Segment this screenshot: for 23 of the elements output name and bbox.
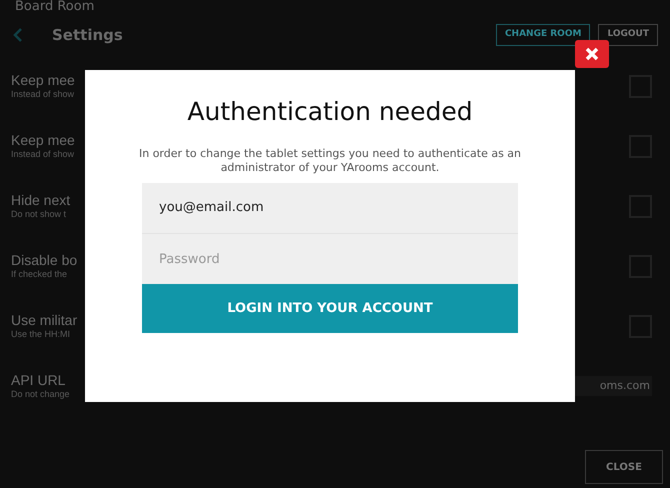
close-icon[interactable]	[575, 40, 609, 68]
login-button[interactable]: LOGIN INTO YOUR ACCOUNT	[142, 284, 518, 333]
setting-title: Keep mee	[11, 72, 75, 89]
dialog-message: In order to change the tablet settings you need to authenticate as an administrator of your YArooms account.	[138, 147, 522, 175]
close-button[interactable]: CLOSE	[585, 450, 663, 484]
setting-description: Do not show t	[11, 209, 66, 220]
back-chevron-icon[interactable]	[12, 27, 24, 43]
setting-description: Use the HH:MI	[11, 329, 70, 340]
setting-description: If checked the	[11, 269, 68, 280]
page-title: Settings	[52, 24, 123, 46]
password-field[interactable]: Password	[142, 234, 518, 284]
setting-description: Instead of show	[11, 89, 74, 100]
setting-title: Hide next	[11, 192, 70, 209]
setting-description: Instead of show	[11, 149, 74, 160]
email-field[interactable]: you@email.com	[142, 183, 518, 234]
api-url-field[interactable]: oms.com	[574, 376, 652, 396]
setting-description: Do not change	[11, 389, 70, 400]
setting-title: Keep mee	[11, 132, 75, 149]
dialog-title: Authentication needed	[187, 96, 473, 128]
setting-title: Use militar	[11, 312, 78, 329]
setting-title: API URL	[11, 372, 66, 389]
room-name: Board Room	[15, 0, 94, 14]
setting-title: Disable bo	[11, 252, 78, 269]
